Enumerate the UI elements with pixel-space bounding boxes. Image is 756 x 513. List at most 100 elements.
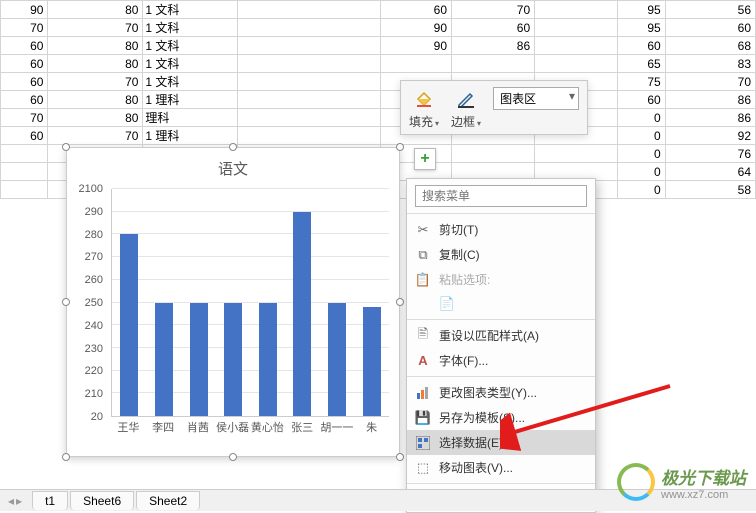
border-button[interactable]: 边框▾ [451, 87, 481, 130]
cell[interactable]: 68 [665, 37, 755, 55]
cell[interactable] [238, 1, 380, 19]
resize-handle[interactable] [229, 453, 237, 461]
cell[interactable] [452, 145, 535, 163]
cell[interactable]: 60 [452, 19, 535, 37]
cell[interactable]: 80 [48, 37, 143, 55]
change-chart-type-item[interactable]: 更改图表类型(Y)... [407, 380, 595, 405]
cell[interactable]: 90 [380, 37, 451, 55]
cell[interactable]: 80 [48, 1, 143, 19]
sheet-tab[interactable]: t1 [32, 491, 68, 510]
cell[interactable] [535, 55, 618, 73]
bar[interactable] [155, 303, 173, 417]
cut-item[interactable]: ✂ 剪切(T) [407, 217, 595, 242]
sheet-nav[interactable]: ◂▸ [8, 494, 22, 508]
cell[interactable] [238, 55, 380, 73]
cell[interactable]: 70 [48, 73, 143, 91]
cell[interactable]: 60 [1, 91, 48, 109]
chart-element-selector[interactable]: 图表区 [493, 87, 579, 110]
sheet-tab[interactable]: Sheet2 [136, 491, 200, 510]
resize-handle[interactable] [62, 143, 70, 151]
resize-handle[interactable] [396, 453, 404, 461]
cell[interactable] [1, 145, 48, 163]
cell[interactable] [535, 37, 618, 55]
cell[interactable]: 80 [48, 91, 143, 109]
cell[interactable]: 60 [618, 91, 665, 109]
cell[interactable] [1, 181, 48, 199]
cell[interactable] [238, 91, 380, 109]
cell[interactable]: 75 [618, 73, 665, 91]
cell[interactable]: 1 文科 [143, 19, 238, 37]
cell[interactable]: 56 [665, 1, 755, 19]
cell[interactable]: 58 [665, 181, 755, 199]
cell[interactable]: 70 [48, 127, 143, 145]
chart-object[interactable]: 语文 202102202302402502602702802902100 王华李… [66, 147, 400, 457]
cell[interactable]: 1 文科 [143, 73, 238, 91]
cell[interactable]: 83 [665, 55, 755, 73]
cell[interactable]: 60 [1, 37, 48, 55]
cell[interactable]: 1 理科 [143, 91, 238, 109]
chart-plot-area[interactable]: 202102202302402502602702802902100 王华李四肖茜… [67, 189, 399, 439]
cell[interactable]: 70 [665, 73, 755, 91]
menu-search[interactable] [415, 185, 587, 207]
cell[interactable]: 70 [48, 19, 143, 37]
search-input[interactable] [415, 185, 587, 207]
chart-elements-button[interactable]: + [414, 148, 436, 170]
cell[interactable]: 86 [665, 109, 755, 127]
bar[interactable] [293, 212, 311, 416]
cell[interactable]: 65 [618, 55, 665, 73]
sheet-tab[interactable]: Sheet6 [70, 491, 134, 510]
cell[interactable]: 86 [452, 37, 535, 55]
select-data-item[interactable]: 选择数据(E)... [407, 430, 595, 455]
cell[interactable]: 80 [48, 109, 143, 127]
cell[interactable]: 1 文科 [143, 55, 238, 73]
cell[interactable]: 1 文科 [143, 37, 238, 55]
cell[interactable]: 60 [380, 1, 451, 19]
cell[interactable]: 0 [618, 181, 665, 199]
bar[interactable] [120, 234, 138, 416]
cell[interactable]: 70 [1, 19, 48, 37]
cell[interactable] [535, 145, 618, 163]
cell[interactable]: 80 [48, 55, 143, 73]
bar[interactable] [328, 303, 346, 417]
reset-style-item[interactable]: 🖹 重设以匹配样式(A) [407, 323, 595, 348]
cell[interactable]: 70 [1, 109, 48, 127]
cell[interactable] [380, 55, 451, 73]
bar[interactable] [224, 303, 242, 417]
cell[interactable]: 90 [380, 19, 451, 37]
fill-button[interactable]: 填充▾ [409, 87, 439, 130]
cell[interactable] [535, 1, 618, 19]
cell[interactable]: 95 [618, 1, 665, 19]
cell[interactable]: 理科 [143, 109, 238, 127]
paste-options-item[interactable]: 📋 粘贴选项: [407, 267, 595, 292]
cell[interactable] [238, 109, 380, 127]
cell[interactable] [452, 55, 535, 73]
cell[interactable]: 92 [665, 127, 755, 145]
cell[interactable]: 70 [452, 1, 535, 19]
cell[interactable]: 60 [618, 37, 665, 55]
paste-option-icon[interactable]: 📄 [407, 292, 595, 316]
cell[interactable]: 60 [1, 73, 48, 91]
cell[interactable]: 0 [618, 163, 665, 181]
cell[interactable]: 95 [618, 19, 665, 37]
cell[interactable]: 1 文科 [143, 1, 238, 19]
resize-handle[interactable] [229, 143, 237, 151]
bar[interactable] [363, 307, 381, 416]
cell[interactable] [238, 73, 380, 91]
cell[interactable] [238, 19, 380, 37]
bar[interactable] [259, 303, 277, 417]
bar[interactable] [190, 303, 208, 417]
cell[interactable] [238, 37, 380, 55]
save-template-item[interactable]: 💾 另存为模板(S)... [407, 405, 595, 430]
cell[interactable]: 64 [665, 163, 755, 181]
resize-handle[interactable] [62, 453, 70, 461]
copy-item[interactable]: ⧉ 复制(C) [407, 242, 595, 267]
font-item[interactable]: A 字体(F)... [407, 348, 595, 373]
chart-title[interactable]: 语文 [67, 148, 399, 189]
cell[interactable] [535, 19, 618, 37]
cell[interactable]: 60 [1, 55, 48, 73]
cell[interactable] [238, 127, 380, 145]
cell[interactable] [1, 163, 48, 181]
cell[interactable]: 86 [665, 91, 755, 109]
cell[interactable]: 60 [1, 127, 48, 145]
resize-handle[interactable] [396, 143, 404, 151]
